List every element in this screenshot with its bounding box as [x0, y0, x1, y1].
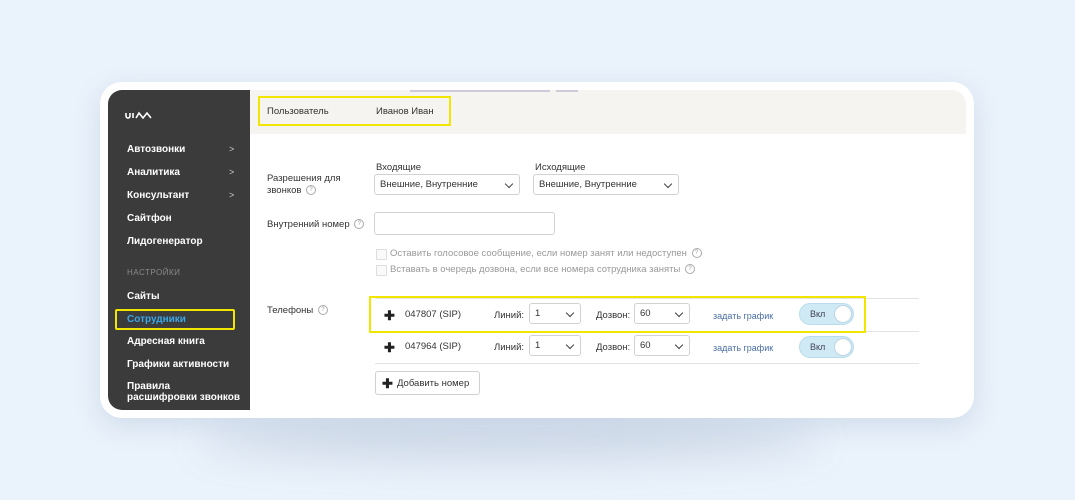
dial-select[interactable]: 60	[634, 303, 690, 324]
toggle-label: Вкл	[810, 342, 826, 352]
permissions-label: звонков ?	[267, 185, 317, 196]
chevron-down-icon	[565, 308, 575, 318]
chevron-right-icon: >	[229, 144, 235, 154]
internal-number-label-text: Внутренний номер	[267, 219, 350, 230]
queue-checkbox[interactable]	[376, 265, 387, 276]
sidebar-item-autocalls[interactable]: Автозвонки	[127, 144, 185, 155]
sidebar-item-label: Автозвонки	[127, 144, 186, 155]
lines-label: Линий:	[494, 342, 525, 353]
chevron-down-icon	[663, 179, 673, 189]
add-number-button[interactable]: ✚ Добавить номер	[375, 371, 480, 395]
sidebar-item-label: Сотрудники	[127, 314, 186, 325]
voicemail-checkbox-label: Оставить голосовое сообщение, если номер…	[390, 248, 702, 259]
sidebar-item-label: Графики активности	[127, 359, 230, 370]
sidebar-section-title: НАСТРОЙКИ	[127, 268, 181, 277]
permissions-label-line: звонков	[267, 185, 302, 196]
divider	[556, 90, 578, 92]
sidebar-item-activity-schedules[interactable]: Графики активности	[127, 359, 229, 370]
phones-label: Телефоны ?	[267, 305, 328, 316]
sidebar-item-analytics[interactable]: Аналитика	[127, 167, 180, 178]
phones-label-text: Телефоны	[267, 305, 314, 316]
phone-toggle[interactable]: Вкл	[799, 336, 854, 358]
sidebar-item-label: Сайтфон	[127, 213, 172, 224]
lines-select-value: 1	[535, 340, 541, 351]
chevron-down-icon	[565, 340, 575, 350]
checkbox-label-text: Вставать в очередь дозвона, если все ном…	[390, 264, 681, 275]
help-icon[interactable]: ?	[317, 305, 328, 316]
app-window: Автозвонки > Аналитика > Консультант > С…	[108, 90, 966, 410]
user-name: Иванов Иван	[376, 106, 434, 117]
divider	[410, 90, 550, 92]
chevron-right-icon: >	[229, 190, 235, 200]
phone-number: 047964 (SIP)	[405, 341, 461, 352]
help-icon[interactable]: ?	[691, 248, 702, 259]
dial-select-value: 60	[640, 340, 651, 351]
user-header: Пользователь Иванов Иван	[250, 90, 966, 134]
phone-toggle[interactable]: Вкл	[799, 303, 854, 325]
sidebar-item-address-book[interactable]: Адресная книга	[127, 336, 205, 347]
permissions-label: Разрешения для	[267, 173, 341, 184]
user-label: Пользователь	[267, 106, 329, 117]
add-number-label: Добавить номер	[397, 378, 470, 389]
chevron-right-icon: >	[229, 167, 235, 177]
sidebar-item-employees[interactable]: Сотрудники	[127, 314, 186, 325]
dial-label: Дозвон:	[596, 310, 631, 321]
sidebar-item-sitephone[interactable]: Сайтфон	[127, 213, 172, 224]
lines-select-value: 1	[535, 308, 541, 319]
sidebar-item-consultant[interactable]: Консультант	[127, 190, 189, 201]
help-icon[interactable]: ?	[354, 219, 365, 230]
chevron-down-icon	[504, 179, 514, 189]
logo-icon	[125, 107, 153, 125]
divider	[375, 363, 919, 364]
lines-select[interactable]: 1	[529, 303, 581, 324]
queue-checkbox-label: Вставать в очередь дозвона, если все ном…	[390, 264, 695, 275]
sidebar-item-label: Консультант	[127, 190, 190, 201]
dial-select[interactable]: 60	[634, 335, 690, 356]
chevron-down-icon	[674, 308, 684, 318]
sidebar: Автозвонки > Аналитика > Консультант > С…	[108, 90, 250, 410]
toggle-knob	[834, 338, 852, 356]
internal-number-input[interactable]	[374, 212, 555, 235]
phone-number: 047807 (SIP)	[405, 309, 461, 320]
sidebar-item-label: Лидогенератор	[127, 236, 203, 247]
help-icon[interactable]: ?	[684, 264, 695, 275]
main-content: Пользователь Иванов Иван Разрешения для …	[250, 90, 966, 410]
toggle-label: Вкл	[810, 309, 826, 319]
voicemail-checkbox[interactable]	[376, 249, 387, 260]
sidebar-item-transcription-rules[interactable]: Правила расшифровки звонков	[127, 381, 240, 403]
chevron-down-icon	[674, 340, 684, 350]
plus-icon: ✚	[382, 376, 393, 391]
dial-select-value: 60	[640, 308, 651, 319]
drag-handle-icon[interactable]: ✚	[384, 309, 395, 322]
internal-number-label: Внутренний номер ?	[267, 219, 365, 230]
lines-select[interactable]: 1	[529, 335, 581, 356]
sidebar-item-leadgen[interactable]: Лидогенератор	[127, 236, 203, 247]
sidebar-item-label: расшифровки звонков	[127, 392, 241, 403]
lines-label: Линий:	[494, 310, 525, 321]
schedule-link[interactable]: задать график	[713, 311, 773, 321]
drag-handle-icon[interactable]: ✚	[384, 341, 395, 354]
incoming-label: Входящие	[376, 162, 422, 173]
sidebar-item-label: Сайты	[127, 291, 160, 302]
outgoing-select-value: Внешние, Внутренние	[539, 179, 637, 190]
incoming-select[interactable]: Внешние, Внутренние	[374, 174, 520, 195]
sidebar-item-label: Адресная книга	[127, 336, 205, 347]
toggle-knob	[834, 305, 852, 323]
schedule-link[interactable]: задать график	[713, 343, 773, 353]
sidebar-item-label: Аналитика	[127, 167, 180, 178]
incoming-select-value: Внешние, Внутренние	[380, 179, 478, 190]
checkbox-label-text: Оставить голосовое сообщение, если номер…	[390, 248, 687, 259]
permissions-label-line: Разрешения для	[267, 173, 341, 184]
sidebar-item-sites[interactable]: Сайты	[127, 291, 160, 302]
dial-label: Дозвон:	[596, 342, 631, 353]
help-icon[interactable]: ?	[306, 185, 317, 196]
card-shadow	[200, 420, 820, 460]
outgoing-select[interactable]: Внешние, Внутренние	[533, 174, 679, 195]
sidebar-item-label: Правила	[127, 381, 171, 392]
outgoing-label: Исходящие	[535, 162, 586, 173]
